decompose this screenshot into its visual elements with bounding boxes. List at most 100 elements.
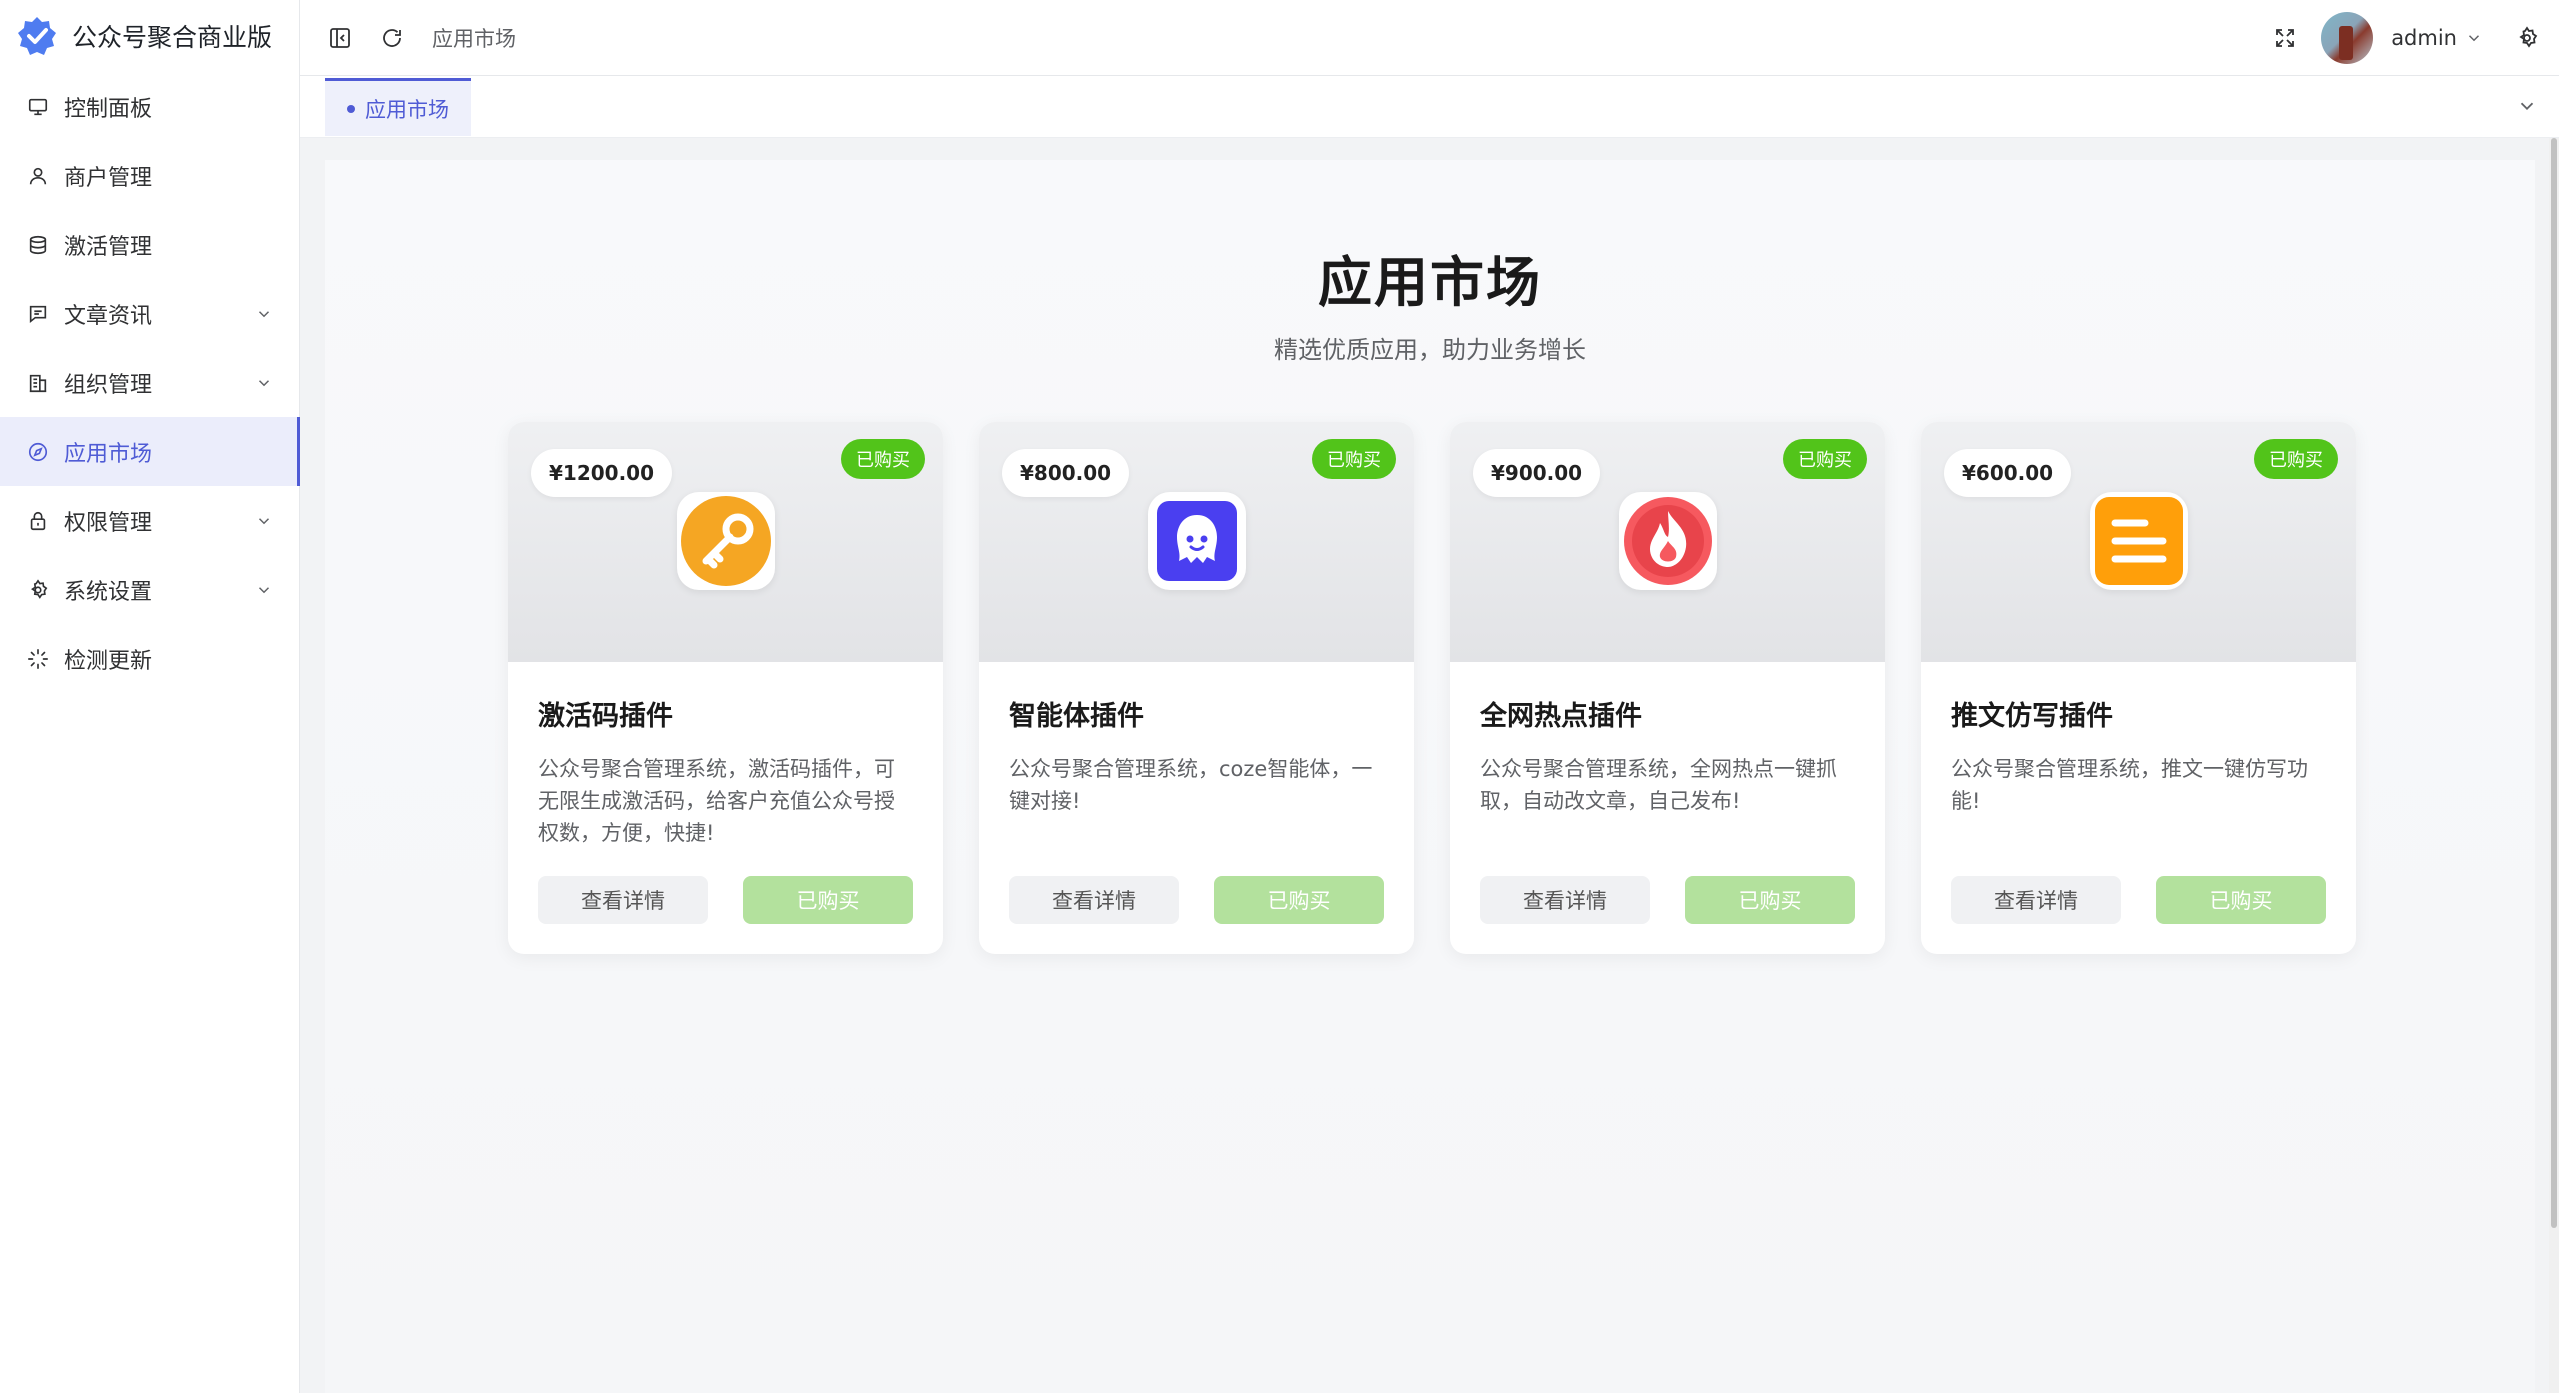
- card-title: 智能体插件: [1009, 701, 1144, 732]
- price-tag: ¥800.00: [1002, 449, 1130, 497]
- chevron-down-icon: [2520, 102, 2534, 111]
- robot-icon: [1147, 492, 1246, 590]
- lock-icon: [26, 509, 50, 533]
- card-description: 公众号聚合管理系统，推文一键仿写功能!: [1951, 757, 2308, 813]
- refresh-icon: [383, 28, 401, 47]
- monitor-icon: [26, 95, 50, 119]
- card-banner: ¥800.00 已购买: [979, 422, 1414, 662]
- sidebar-item-label: 商户管理: [64, 165, 153, 191]
- sidebar-item-organization[interactable]: 组织管理: [0, 348, 299, 417]
- top-header: 应用市场 admin: [300, 0, 2559, 76]
- view-details-button[interactable]: 查看详情: [1009, 876, 1179, 924]
- view-details-button[interactable]: 查看详情: [538, 876, 708, 924]
- main-content: 应用市场 精选优质应用，助力业务增长 ¥1200.00 已购买 激活码插件 公众…: [325, 160, 2535, 1393]
- purchased-button[interactable]: 已购买: [743, 876, 913, 924]
- view-details-button[interactable]: 查看详情: [1480, 876, 1650, 924]
- fullscreen-icon: [2276, 29, 2295, 47]
- page-subtitle: 精选优质应用，助力业务增长: [1274, 336, 1586, 364]
- database-icon: [26, 233, 50, 257]
- gear-icon: [26, 578, 50, 602]
- app-card: ¥900.00 已购买 全网热点插件 公众号聚合管理系统，全网热点一键抓取，自动…: [1450, 422, 1885, 954]
- card-banner: ¥1200.00 已购买: [508, 422, 943, 662]
- card-actions: 查看详情 已购买: [1009, 876, 1384, 924]
- app-card-list: ¥1200.00 已购买 激活码插件 公众号聚合管理系统，激活码插件，可无限生成…: [508, 422, 2356, 954]
- collapse-sidebar-button[interactable]: [322, 20, 358, 56]
- app-card: ¥600.00 已购买 推文仿写插件 公众号聚合管理系统，推文一键仿写功能! 查…: [1921, 422, 2356, 954]
- fire-icon: [1618, 492, 1717, 590]
- status-badge: 已购买: [2254, 439, 2338, 479]
- sidebar-item-check-update[interactable]: 检测更新: [0, 624, 299, 693]
- gear-icon: [2519, 26, 2538, 48]
- header-actions: admin: [2267, 0, 2559, 76]
- tabs-bar: 应用市场: [300, 76, 2559, 138]
- status-badge: 已购买: [1783, 439, 1867, 479]
- price-tag: ¥600.00: [1944, 449, 2072, 497]
- building-icon: [26, 371, 50, 395]
- card-title: 推文仿写插件: [1951, 701, 2113, 732]
- purchased-button[interactable]: 已购买: [1214, 876, 1384, 924]
- page-title: 应用市场: [1318, 251, 1542, 314]
- key-icon: [676, 492, 775, 590]
- card-description: 公众号聚合管理系统，coze智能体，一键对接!: [1009, 757, 1373, 813]
- loading-icon: [26, 647, 50, 671]
- scrollbar-thumb[interactable]: [2551, 138, 2557, 1228]
- avatar[interactable]: [2321, 12, 2374, 64]
- sidebar-item-settings[interactable]: 系统设置: [0, 555, 299, 624]
- chevron-down-icon[interactable]: [2465, 29, 2483, 47]
- brand[interactable]: 公众号聚合商业版: [0, 0, 299, 72]
- card-body: 激活码插件 公众号聚合管理系统，激活码插件，可无限生成激活码，给客户充值公众号授…: [508, 694, 943, 849]
- sidebar-item-label: 应用市场: [64, 441, 153, 467]
- vertical-scrollbar[interactable]: [2549, 138, 2559, 1393]
- sidebar-item-label: 文章资讯: [64, 303, 153, 329]
- sidebar-item-label: 检测更新: [64, 648, 153, 674]
- card-actions: 查看详情 已购买: [1480, 876, 1855, 924]
- price-tag: ¥1200.00: [531, 449, 673, 497]
- sidebar-collapse-icon: [330, 27, 350, 48]
- compass-icon: [26, 440, 50, 464]
- tabs-more-button[interactable]: [2513, 92, 2541, 120]
- status-badge: 已购买: [1312, 439, 1396, 479]
- sidebar-item-app-market[interactable]: 应用市场: [0, 417, 300, 486]
- logo-icon: [18, 17, 56, 55]
- sidebar: 公众号聚合商业版 控制面板 商户管理 激活管理 文章资讯 组织管理 应用市场 权…: [0, 0, 300, 1393]
- card-body: 智能体插件 公众号聚合管理系统，coze智能体，一键对接!: [979, 694, 1414, 849]
- settings-button[interactable]: [2509, 20, 2545, 56]
- purchased-button[interactable]: 已购买: [1685, 876, 1855, 924]
- sidebar-item-activation[interactable]: 激活管理: [0, 210, 299, 279]
- card-banner: ¥600.00 已购买: [1921, 422, 2356, 662]
- sidebar-item-articles[interactable]: 文章资讯: [0, 279, 299, 348]
- sidebar-item-permissions[interactable]: 权限管理: [0, 486, 299, 555]
- message-icon: [26, 302, 50, 326]
- sidebar-item-label: 控制面板: [64, 96, 153, 122]
- sidebar-item-merchants[interactable]: 商户管理: [0, 141, 299, 210]
- sidebar-menu: 控制面板 商户管理 激活管理 文章资讯 组织管理 应用市场 权限管理 系统设置 …: [0, 72, 300, 693]
- fullscreen-button[interactable]: [2267, 20, 2303, 56]
- chevron-down-icon: [258, 586, 270, 593]
- card-title: 全网热点插件: [1480, 701, 1642, 732]
- card-title: 激活码插件: [538, 701, 673, 732]
- card-description: 公众号聚合管理系统，全网热点一键抓取，自动改文章，自己发布!: [1480, 757, 1837, 813]
- document-icon: [2089, 492, 2188, 590]
- sidebar-item-label: 组织管理: [64, 372, 153, 398]
- app-card: ¥800.00 已购买 智能体插件 公众号聚合管理系统，coze智能体，一键对接…: [979, 422, 1414, 954]
- view-details-button[interactable]: 查看详情: [1951, 876, 2121, 924]
- sidebar-item-label: 系统设置: [64, 579, 153, 605]
- card-actions: 查看详情 已购买: [538, 876, 913, 924]
- chevron-down-icon: [258, 517, 270, 524]
- refresh-button[interactable]: [374, 20, 410, 56]
- card-body: 推文仿写插件 公众号聚合管理系统，推文一键仿写功能!: [1921, 694, 2356, 849]
- tab-label: 应用市场: [365, 97, 449, 122]
- card-description: 公众号聚合管理系统，激活码插件，可无限生成激活码，给客户充值公众号授权数，方便，…: [538, 757, 895, 845]
- active-dot: [347, 104, 355, 113]
- purchased-button[interactable]: 已购买: [2156, 876, 2326, 924]
- brand-title: 公众号聚合商业版: [72, 23, 273, 52]
- chevron-down-icon: [258, 310, 270, 317]
- app-card: ¥1200.00 已购买 激活码插件 公众号聚合管理系统，激活码插件，可无限生成…: [508, 422, 943, 954]
- card-banner: ¥900.00 已购买: [1450, 422, 1885, 662]
- tab-app-market[interactable]: 应用市场: [325, 78, 471, 136]
- card-actions: 查看详情 已购买: [1951, 876, 2326, 924]
- user-icon: [26, 164, 50, 188]
- sidebar-item-label: 激活管理: [64, 234, 153, 260]
- sidebar-item-dashboard[interactable]: 控制面板: [0, 72, 299, 141]
- user-name[interactable]: admin: [2391, 26, 2457, 50]
